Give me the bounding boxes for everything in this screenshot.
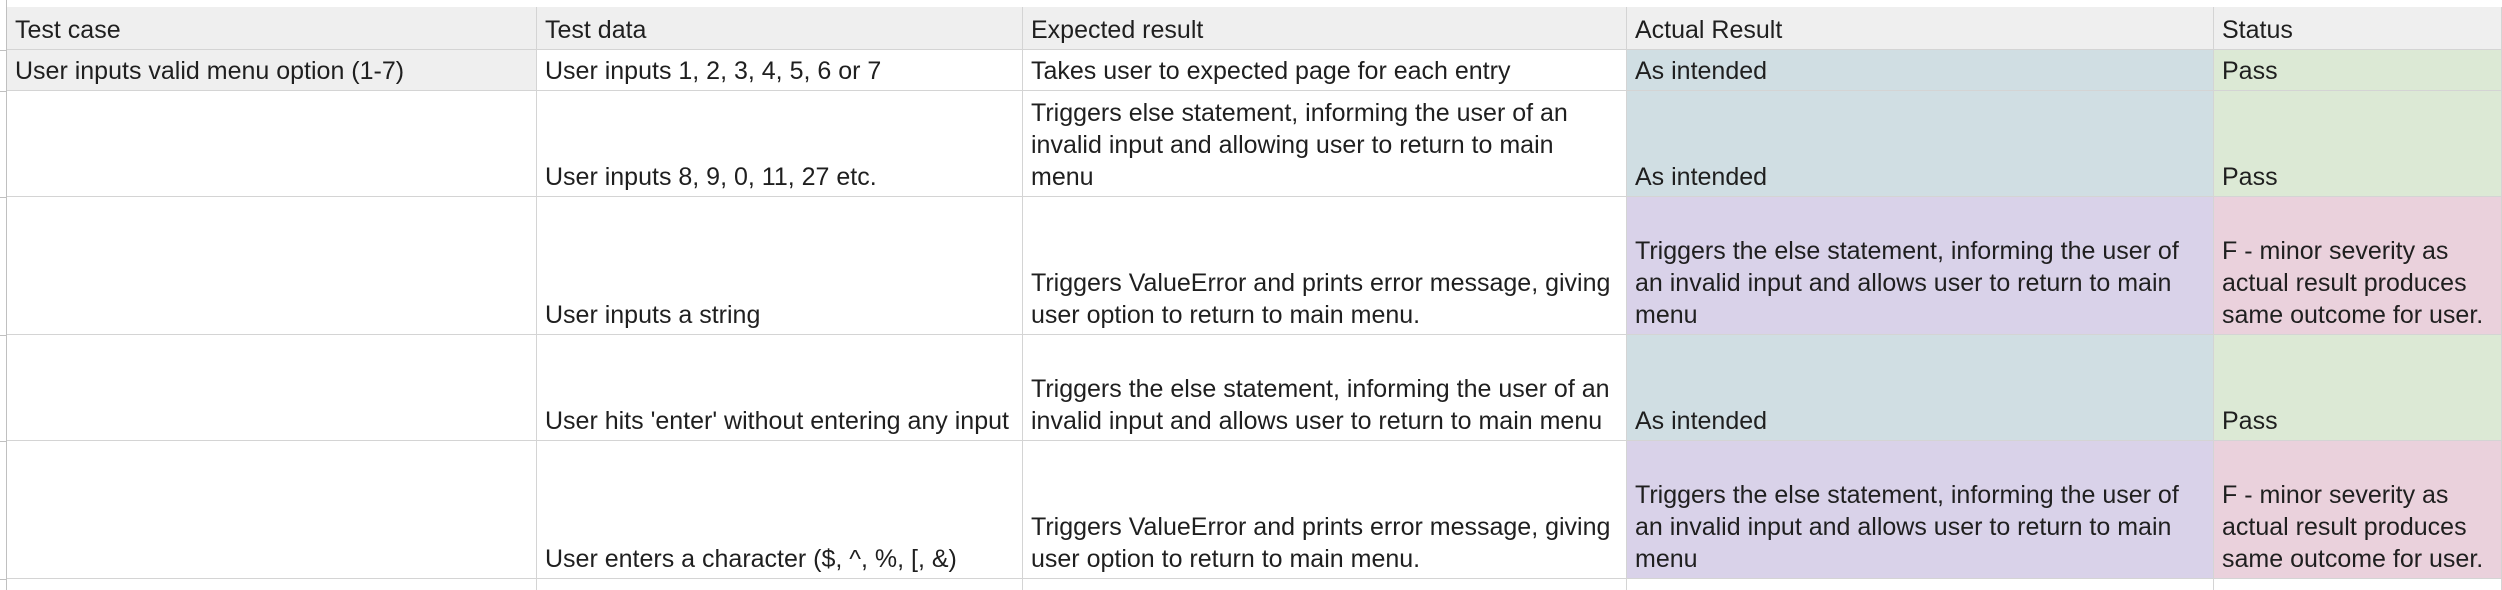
cell-test-data[interactable]: User hits 'enter' without entering any i… <box>537 335 1023 441</box>
header-cell-test-data[interactable]: Test data <box>537 7 1023 50</box>
cell-text: Triggers ValueError and prints error mes… <box>1031 269 1611 329</box>
cell-expected-result[interactable]: Triggers ValueError and prints error mes… <box>1023 197 1627 335</box>
cell-status[interactable]: Pass <box>2214 91 2502 197</box>
cell-test-data[interactable]: User enters a character ($, ^, %, [, &) <box>537 441 1023 579</box>
cell-status[interactable]: F - minor severity as actual result prod… <box>2214 197 2502 335</box>
cell-text: User inputs 1, 2, 3, 4, 5, 6 or 7 <box>545 57 882 85</box>
cell-text: As intended <box>1635 407 1768 435</box>
header-cell-actual-result[interactable]: Actual Result <box>1627 7 2214 50</box>
cell-empty[interactable] <box>537 579 1023 590</box>
header-cell-status[interactable]: Status <box>2214 7 2502 50</box>
cell-text: F - minor severity as actual result prod… <box>2222 481 2484 573</box>
row-divider-tick <box>0 197 6 198</box>
header-label: Expected result <box>1031 16 1204 44</box>
cell-text: Triggers the else statement, informing t… <box>1635 237 2179 329</box>
cell-text: Triggers else statement, informing the u… <box>1031 99 1568 191</box>
cell-test-data[interactable]: User inputs 1, 2, 3, 4, 5, 6 or 7 <box>537 50 1023 91</box>
header-cell-test-case[interactable]: Test case <box>7 7 537 50</box>
cell-actual-result[interactable]: Triggers the else statement, informing t… <box>1627 441 2214 579</box>
cell-text: Triggers ValueError and prints error mes… <box>1031 513 1611 573</box>
cell-expected-result[interactable]: Takes user to expected page for each ent… <box>1023 50 1627 91</box>
row-divider-tick <box>0 91 6 92</box>
row-divider-tick <box>0 335 6 336</box>
header-label: Test case <box>15 16 121 44</box>
row-divider-tick <box>0 441 6 442</box>
cell-test-data[interactable]: User inputs a string <box>537 197 1023 335</box>
cell-text: User inputs valid menu option (1-7) <box>15 57 405 85</box>
cell-text: Triggers the else statement, informing t… <box>1031 375 1610 435</box>
cell-test-case[interactable] <box>7 335 537 441</box>
cell-test-case[interactable] <box>7 441 537 579</box>
header-label: Test data <box>545 16 647 44</box>
cell-empty[interactable] <box>1023 579 1627 590</box>
cell-text: User inputs a string <box>545 301 761 329</box>
spreadsheet-grid: Test case Test data Expected result Actu… <box>0 0 2502 590</box>
cell-expected-result[interactable]: Triggers the else statement, informing t… <box>1023 335 1627 441</box>
cell-actual-result[interactable]: As intended <box>1627 335 2214 441</box>
header-label: Actual Result <box>1635 16 1783 44</box>
cell-text: F - minor severity as actual result prod… <box>2222 237 2484 329</box>
cell-text: Triggers the else statement, informing t… <box>1635 481 2179 573</box>
cell-test-case[interactable] <box>7 197 537 335</box>
cell-text: User inputs 8, 9, 0, 11, 27 etc. <box>545 163 877 191</box>
cell-expected-result[interactable]: Triggers else statement, informing the u… <box>1023 91 1627 197</box>
row-divider-tick <box>0 50 6 51</box>
cell-text: Pass <box>2222 407 2278 435</box>
cell-status[interactable]: Pass <box>2214 335 2502 441</box>
header-label: Status <box>2222 16 2293 44</box>
cell-text: Pass <box>2222 163 2278 191</box>
cell-status[interactable]: Pass <box>2214 50 2502 91</box>
cell-test-data[interactable]: User inputs 8, 9, 0, 11, 27 etc. <box>537 91 1023 197</box>
cell-empty[interactable] <box>1627 579 2214 590</box>
cell-test-case[interactable]: User inputs valid menu option (1-7) <box>7 50 537 91</box>
row-divider-tick <box>0 579 6 580</box>
cell-text: Pass <box>2222 57 2278 85</box>
cell-actual-result[interactable]: Triggers the else statement, informing t… <box>1627 197 2214 335</box>
cell-actual-result[interactable]: As intended <box>1627 91 2214 197</box>
cell-text: Takes user to expected page for each ent… <box>1031 57 1511 85</box>
cell-test-case[interactable] <box>7 91 537 197</box>
cell-text: As intended <box>1635 163 1768 191</box>
cell-actual-result[interactable]: As intended <box>1627 50 2214 91</box>
cell-empty[interactable] <box>7 579 537 590</box>
cell-text: As intended <box>1635 57 1768 85</box>
row-header-strip <box>0 0 7 590</box>
cell-text: User hits 'enter' without entering any i… <box>545 407 1009 435</box>
header-cell-expected-result[interactable]: Expected result <box>1023 7 1627 50</box>
cell-status[interactable]: F - minor severity as actual result prod… <box>2214 441 2502 579</box>
cell-text: User enters a character ($, ^, %, [, &) <box>545 545 957 573</box>
cell-empty[interactable] <box>2214 579 2502 590</box>
cell-expected-result[interactable]: Triggers ValueError and prints error mes… <box>1023 441 1627 579</box>
